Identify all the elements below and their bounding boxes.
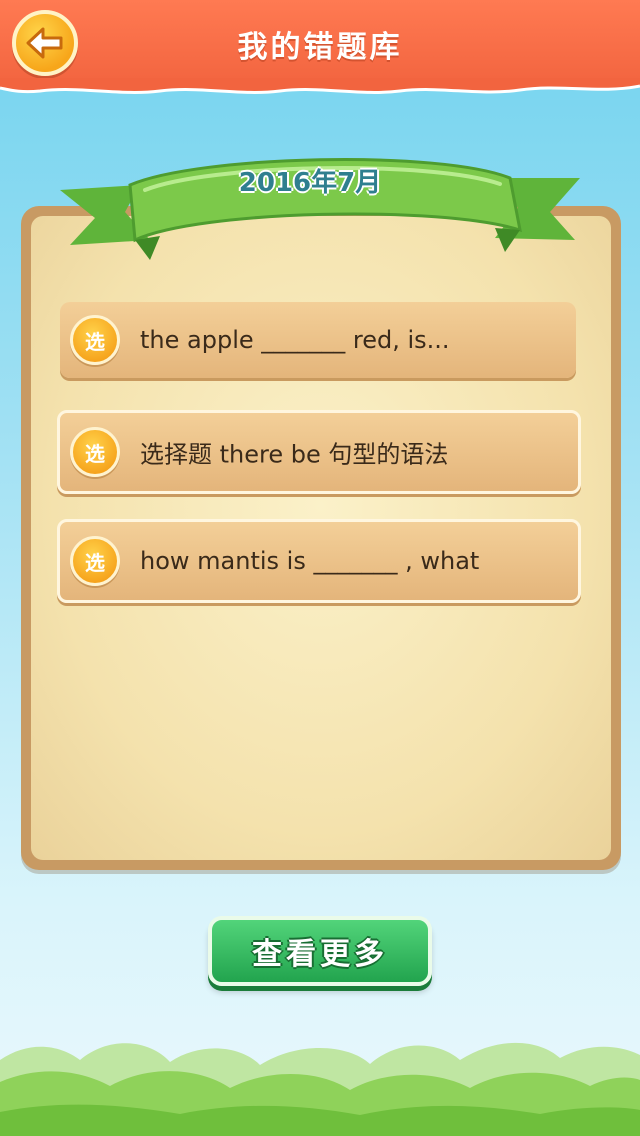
- question-item[interactable]: 选 the apple _______ red, is...: [60, 302, 576, 378]
- question-text: 选择题 there be 句型的语法: [140, 440, 449, 469]
- multiple-choice-badge: 选: [70, 315, 120, 365]
- question-item[interactable]: 选 选择题 there be 句型的语法: [57, 410, 581, 494]
- hills-decoration: [0, 1042, 640, 1136]
- question-text: how mantis is _______ , what: [140, 547, 480, 575]
- page-title: 我的错题库: [237, 30, 403, 65]
- question-text: the apple _______ red, is...: [140, 326, 450, 354]
- multiple-choice-badge: 选: [70, 427, 120, 477]
- question-item[interactable]: 选 how mantis is _______ , what: [57, 519, 581, 603]
- date-label: 2016年7月: [238, 168, 382, 198]
- top-bar: 我的错题库: [0, 0, 640, 86]
- view-more-button[interactable]: 查看更多: [208, 916, 432, 986]
- header-wave-divider: [0, 78, 640, 94]
- multiple-choice-badge: 选: [70, 536, 120, 586]
